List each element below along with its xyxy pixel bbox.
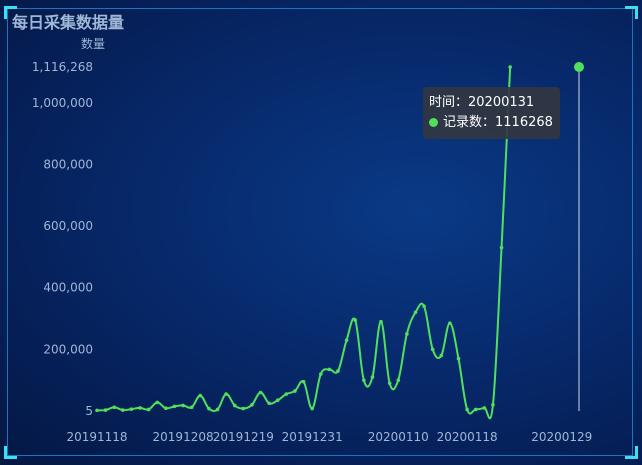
data-point bbox=[396, 378, 401, 382]
tooltip-series-label: 记录数： bbox=[443, 115, 496, 130]
x-tick-label: 20191118 bbox=[66, 430, 127, 444]
data-point bbox=[284, 392, 289, 396]
x-tick-label: 20200118 bbox=[437, 430, 498, 444]
data-point bbox=[473, 407, 478, 412]
data-point bbox=[344, 338, 349, 342]
data-point bbox=[215, 407, 220, 412]
chart-tooltip: 时间：20200131 记录数：1116268 bbox=[423, 87, 560, 139]
data-point bbox=[379, 319, 383, 324]
data-point bbox=[405, 332, 409, 336]
x-tick-label: 20200110 bbox=[368, 430, 429, 444]
data-point bbox=[138, 406, 142, 410]
series-marker-icon bbox=[429, 118, 438, 127]
data-point bbox=[301, 379, 306, 384]
y-tick-label: 1,116,268 bbox=[32, 60, 93, 74]
y-tick-label: 800,000 bbox=[43, 157, 93, 171]
data-point bbox=[362, 378, 366, 382]
y-tick-label: 200,000 bbox=[43, 342, 93, 356]
data-point bbox=[353, 318, 358, 322]
data-point bbox=[95, 408, 99, 413]
tooltip-time-row: 时间：20200131 bbox=[429, 93, 554, 113]
data-point bbox=[413, 310, 418, 315]
y-tick-label: 600,000 bbox=[43, 219, 93, 233]
tooltip-time-label: 时间： bbox=[429, 95, 469, 110]
tooltip-time-value: 20200131 bbox=[468, 95, 535, 110]
data-point bbox=[146, 407, 151, 412]
data-point bbox=[327, 367, 332, 372]
data-point bbox=[224, 392, 228, 396]
data-point bbox=[112, 405, 117, 410]
data-point bbox=[491, 403, 495, 407]
x-tick-label: 20191231 bbox=[282, 430, 343, 444]
data-point bbox=[456, 356, 461, 361]
data-point bbox=[181, 403, 185, 408]
line-chart[interactable]: 数量 5 200,000 400,000 600,000 800,000 1,000,000… bbox=[0, 0, 642, 465]
data-point bbox=[267, 401, 271, 406]
data-point bbox=[189, 405, 194, 410]
x-tick-label: 20191219 bbox=[213, 430, 274, 444]
data-point bbox=[232, 403, 237, 408]
y-tick-label: 400,000 bbox=[43, 281, 93, 295]
x-tick-label: 20200129 bbox=[531, 430, 592, 444]
y-axis-title: 数量 bbox=[81, 36, 105, 51]
data-point bbox=[121, 408, 125, 412]
data-point bbox=[439, 353, 444, 358]
data-point bbox=[155, 400, 160, 405]
chart-panel: 每日采集数据量 数量 5 200,000 400,000 600,000 800,000 1… bbox=[0, 0, 642, 465]
data-point bbox=[370, 375, 375, 379]
y-tick-label: 1,000,000 bbox=[32, 96, 93, 110]
x-tick-label: 20191208 bbox=[153, 430, 214, 444]
data-point bbox=[164, 406, 168, 411]
data-point bbox=[422, 304, 426, 309]
data-point bbox=[241, 406, 246, 411]
data-point bbox=[172, 404, 177, 409]
data-point bbox=[387, 381, 392, 386]
highlight-point bbox=[574, 62, 584, 72]
data-point bbox=[318, 372, 323, 376]
y-tick-label: 5 bbox=[85, 404, 93, 418]
data-point bbox=[310, 406, 314, 411]
data-point bbox=[430, 347, 435, 352]
data-point bbox=[482, 406, 487, 410]
data-point bbox=[293, 389, 297, 393]
data-point bbox=[508, 65, 512, 69]
data-point bbox=[103, 408, 108, 412]
data-point bbox=[499, 245, 504, 250]
data-point bbox=[275, 398, 280, 403]
data-point bbox=[198, 393, 203, 398]
data-point bbox=[207, 406, 211, 411]
data-point bbox=[129, 407, 134, 411]
data-point bbox=[336, 369, 340, 373]
data-point bbox=[258, 390, 263, 395]
data-point bbox=[448, 321, 452, 325]
data-point bbox=[250, 403, 254, 407]
tooltip-series-value: 1116268 bbox=[495, 115, 553, 130]
data-point bbox=[465, 407, 469, 412]
tooltip-series-row: 记录数：1116268 bbox=[429, 113, 554, 133]
